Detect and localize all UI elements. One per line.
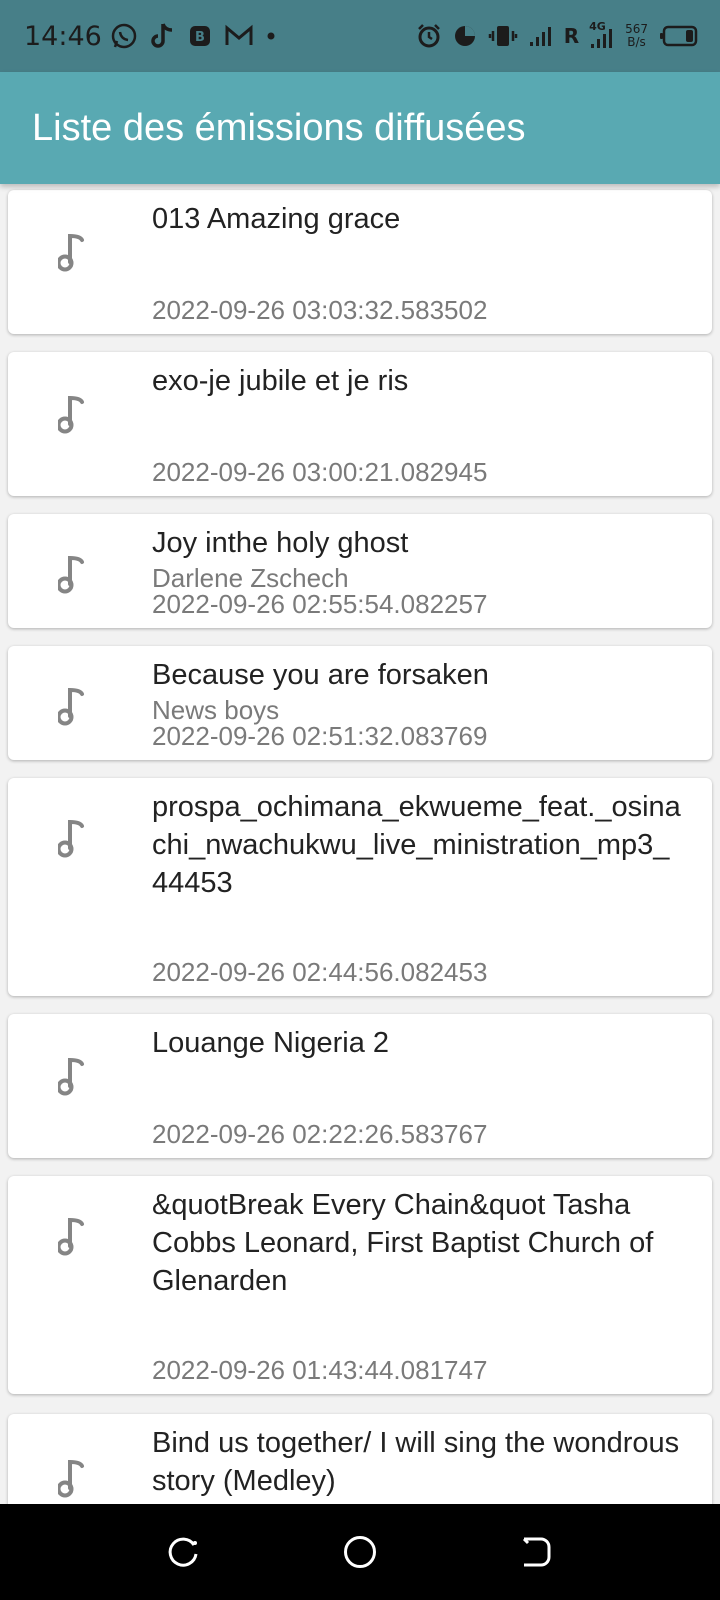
item-title: 013 Amazing grace: [152, 203, 401, 235]
music-note-icon: [56, 1056, 88, 1096]
item-title: &quotBreak Every Chain&quot Tasha Cobbs …: [152, 1189, 654, 1297]
music-note-icon: [56, 554, 88, 594]
item-title: exo-je jubile et je ris: [152, 365, 409, 397]
navigation-bar: [0, 1504, 720, 1600]
list-item[interactable]: 013 Amazing grace 2022-09-26 03:03:32.58…: [8, 190, 712, 334]
home-button[interactable]: [340, 1532, 380, 1572]
music-note-icon: [56, 686, 88, 726]
net-speed: 567 B/s: [625, 23, 648, 49]
list-item[interactable]: &quotBreak Every Chain&quot Tasha Cobbs …: [8, 1176, 712, 1394]
list-item[interactable]: Because you are forsaken News boys 2022-…: [8, 646, 712, 760]
item-title: Joy inthe holy ghost: [152, 527, 409, 559]
item-date: 2022-09-26 03:00:21.082945: [152, 457, 488, 487]
music-note-icon: [56, 818, 88, 858]
list-item[interactable]: prospa_ochimana_ekwueme_feat._osinachi_n…: [8, 778, 712, 996]
whatsapp-icon: [110, 22, 138, 50]
svg-text:B: B: [195, 30, 205, 45]
back-button[interactable]: [516, 1532, 556, 1572]
signal-icon: [528, 24, 554, 48]
page-title: Liste des émissions diffusées: [32, 106, 526, 149]
status-bar: 14:46 B R 4G 567 B/s: [0, 0, 720, 72]
item-date: 2022-09-26 03:03:32.583502: [152, 295, 488, 325]
music-note-icon: [56, 394, 88, 434]
gmail-icon: [224, 24, 254, 48]
battery-icon: [658, 25, 698, 47]
signal-4g-icon: 4G: [589, 20, 615, 50]
item-date: 2022-09-26 02:51:32.083769: [152, 721, 488, 751]
item-date: 2022-09-26 01:43:44.081747: [152, 1355, 488, 1385]
item-date: 2022-09-26 02:22:26.583767: [152, 1119, 488, 1149]
status-time: 14:46: [24, 20, 102, 52]
item-date: 2022-09-26 02:44:56.082453: [152, 957, 488, 987]
list-item[interactable]: Louange Nigeria 2 2022-09-26 02:22:26.58…: [8, 1014, 712, 1158]
item-title: Because you are forsaken: [152, 659, 489, 691]
dot-icon: [266, 31, 276, 41]
tiktok-icon: [150, 22, 176, 50]
item-date: 2022-09-26 02:55:54.082257: [152, 589, 488, 619]
item-title: prospa_ochimana_ekwueme_feat._osinachi_n…: [152, 791, 681, 899]
music-note-icon: [56, 232, 88, 272]
music-note-icon: [56, 1216, 88, 1256]
data-saver-icon: [452, 23, 478, 49]
app-icon: B: [188, 24, 212, 48]
broadcast-list[interactable]: 013 Amazing grace 2022-09-26 03:03:32.58…: [0, 184, 720, 1504]
alarm-icon: [416, 23, 442, 49]
list-item[interactable]: Bind us together/ I will sing the wondro…: [8, 1414, 712, 1504]
system-icons: R 4G 567 B/s: [416, 0, 698, 72]
network-type-label: 4G: [589, 20, 606, 33]
list-item[interactable]: Joy inthe holy ghost Darlene Zschech 202…: [8, 514, 712, 628]
roaming-label: R: [563, 24, 580, 48]
item-title: Bind us together/ I will sing the wondro…: [152, 1427, 680, 1497]
vibrate-icon: [488, 23, 518, 49]
item-title: Louange Nigeria 2: [152, 1027, 390, 1059]
app-bar: Liste des émissions diffusées: [0, 72, 720, 184]
list-item[interactable]: exo-je jubile et je ris 2022-09-26 03:00…: [8, 352, 712, 496]
music-note-icon: [56, 1458, 88, 1498]
notification-icons: B: [110, 22, 276, 50]
net-speed-unit: B/s: [627, 35, 646, 49]
recents-button[interactable]: [164, 1532, 204, 1572]
